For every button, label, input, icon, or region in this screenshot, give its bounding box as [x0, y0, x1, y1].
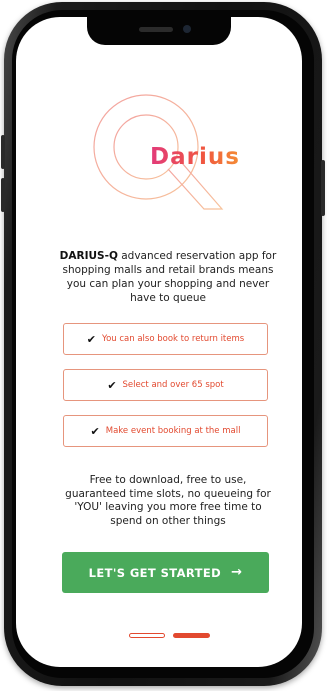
arrow-right-icon: →	[231, 565, 243, 580]
feature-label: Select and over 65 spot	[122, 380, 224, 390]
feature-item-spots: ✔ Select and over 65 spot	[63, 369, 268, 401]
feature-label: Make event booking at the mall	[105, 426, 241, 436]
pagination-dot-2-active[interactable]	[173, 633, 210, 638]
check-icon: ✔	[107, 378, 117, 392]
get-started-label: LET'S GET STARTED	[88, 565, 222, 580]
logo-wordmark: Darius	[150, 144, 240, 170]
feature-item-event-booking: ✔ Make event booking at the mall	[63, 415, 268, 447]
check-icon: ✔	[86, 332, 96, 346]
side-button-left-2	[1, 178, 5, 212]
outro-text: Free to download, free to use, guarantee…	[65, 474, 271, 527]
speaker-icon	[139, 27, 173, 32]
notch	[87, 17, 231, 45]
side-button-right	[321, 160, 325, 216]
get-started-button[interactable]: LET'S GET STARTED →	[62, 552, 269, 593]
intro-text: DARIUS-Q advanced reservation app for sh…	[58, 249, 278, 305]
intro-brand-name: DARIUS-Q	[59, 250, 118, 262]
side-button-left	[1, 135, 5, 169]
feature-label: You can also book to return items	[102, 334, 245, 344]
stage: Darius DARIUS-Q advanced reservation app…	[0, 0, 329, 691]
check-icon: ✔	[90, 424, 100, 438]
feature-item-return-items: ✔ You can also book to return items	[63, 323, 268, 355]
pagination-dot-1[interactable]	[129, 633, 165, 638]
camera-icon	[183, 25, 191, 33]
